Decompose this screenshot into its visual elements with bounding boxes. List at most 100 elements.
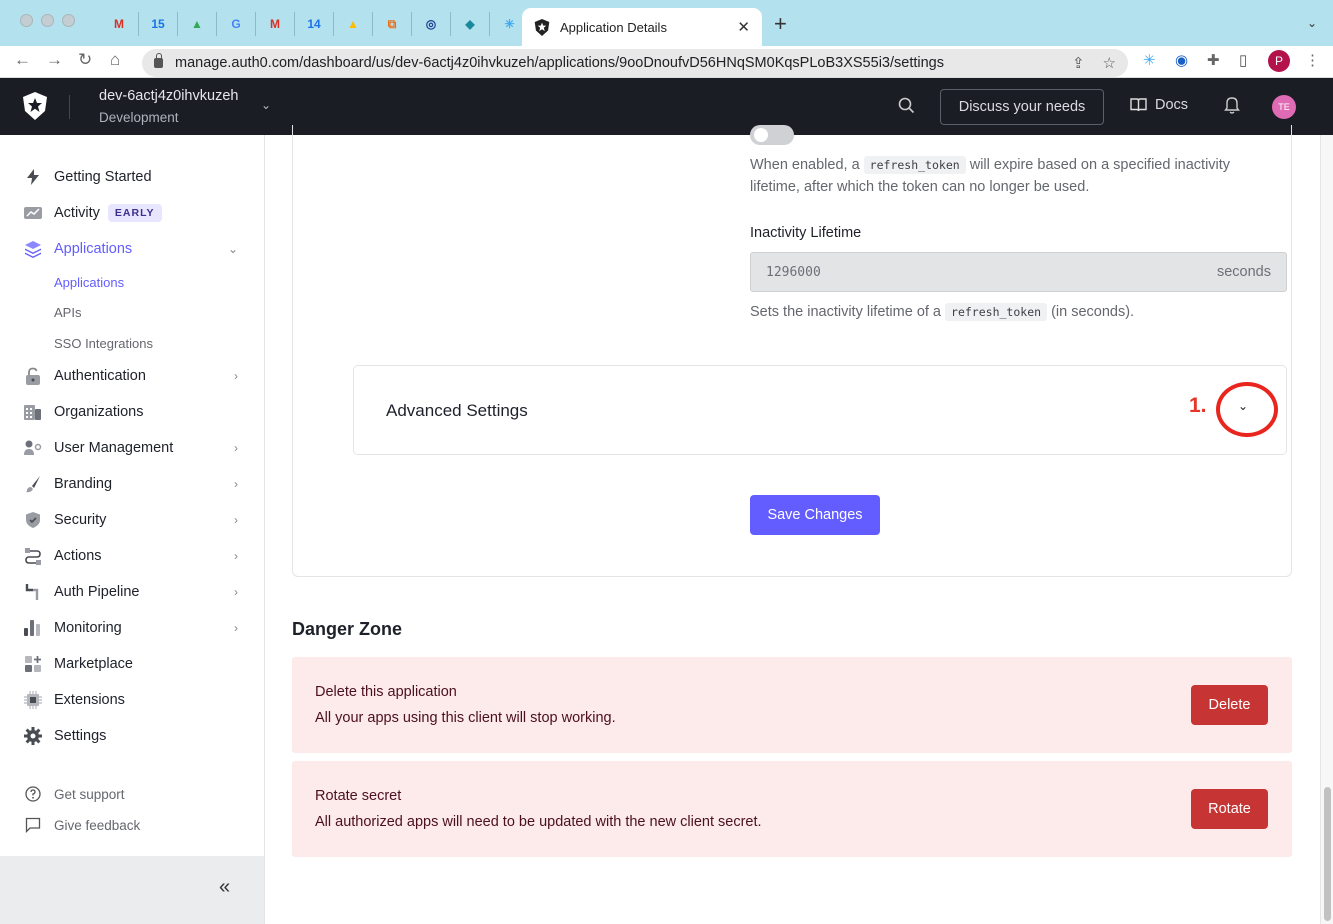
address-toolbar: ← → ↻ ⌂ manage.auth0.com/dashboard/us/de…: [0, 46, 1333, 78]
google-icon: G: [231, 17, 241, 31]
sidebar-item-getting-started[interactable]: Getting Started: [24, 165, 244, 189]
chevron-right-icon: ›: [234, 549, 238, 563]
sidebar-item-label: Auth Pipeline: [54, 584, 140, 600]
sidebar-item-user-management[interactable]: User Management ›: [24, 436, 244, 460]
docs-link[interactable]: Docs: [1130, 97, 1188, 113]
sidebar-item-authentication[interactable]: Authentication ›: [24, 364, 244, 388]
user-avatar[interactable]: TE: [1272, 95, 1296, 119]
close-window-button[interactable]: [20, 14, 33, 27]
pinned-tab[interactable]: ◆: [451, 12, 490, 36]
chip-icon: [24, 691, 42, 709]
extensions-puzzle-icon[interactable]: ✚: [1207, 51, 1220, 69]
inactivity-lifetime-label: Inactivity Lifetime: [750, 225, 862, 241]
shield-icon: [24, 511, 42, 529]
url-text[interactable]: manage.auth0.com/dashboard/us/dev-6actj4…: [175, 55, 1054, 71]
page-scrollbar[interactable]: [1320, 135, 1333, 924]
help-text-pre: When enabled, a: [750, 157, 864, 173]
pinned-tab[interactable]: ▲: [334, 12, 373, 36]
gmail-icon: M: [114, 17, 124, 31]
new-tab-button[interactable]: +: [774, 12, 787, 36]
sidebar-subitem-sso-integrations[interactable]: SSO Integrations: [54, 336, 153, 351]
extension-asterisk-icon[interactable]: ✳: [1143, 51, 1156, 69]
sidebar-item-label: Security: [54, 512, 107, 528]
sidebar-collapse-bar: «: [0, 856, 264, 924]
inactivity-help-text: Sets the inactivity lifetime of a refres…: [750, 301, 1270, 323]
side-panel-icon[interactable]: ▯: [1239, 51, 1247, 69]
discuss-your-needs-button[interactable]: Discuss your needs: [940, 89, 1104, 125]
url-bar[interactable]: manage.auth0.com/dashboard/us/dev-6actj4…: [142, 49, 1128, 77]
notifications-bell-icon[interactable]: [1224, 96, 1240, 114]
tenant-chevron-down-icon[interactable]: ⌄: [261, 98, 271, 112]
home-icon[interactable]: ⌂: [110, 50, 120, 70]
password-manager-icon[interactable]: ◉: [1175, 51, 1188, 69]
chevron-right-icon: ›: [234, 585, 238, 599]
danger-item-desc: All authorized apps will need to be upda…: [315, 814, 762, 830]
pinned-tab[interactable]: ⧉: [373, 12, 412, 36]
sidebar-subitem-apis[interactable]: APIs: [54, 305, 81, 320]
active-tab[interactable]: Application Details ✕: [522, 8, 762, 46]
back-icon[interactable]: ←: [14, 50, 31, 70]
sidebar-item-security[interactable]: Security ›: [24, 508, 244, 532]
sidebar-item-actions[interactable]: Actions ›: [24, 544, 244, 568]
building-icon: [24, 403, 42, 421]
chevron-down-icon: ⌄: [227, 242, 238, 256]
pinned-tab[interactable]: G: [217, 12, 256, 36]
advanced-settings-title: Advanced Settings: [386, 401, 528, 420]
sidebar-subitem-applications[interactable]: Applications: [54, 275, 124, 290]
tenant-name[interactable]: dev-6actj4z0ihvkuzeh: [99, 88, 238, 104]
get-support-link[interactable]: Get support: [24, 786, 125, 802]
forward-icon[interactable]: →: [46, 50, 63, 70]
sidebar-item-auth-pipeline[interactable]: Auth Pipeline ›: [24, 580, 244, 604]
users-icon: [24, 439, 42, 457]
danger-item-desc: All your apps using this client will sto…: [315, 710, 616, 726]
pinned-tab[interactable]: 14: [295, 12, 334, 36]
sidebar-item-label: Monitoring: [54, 620, 122, 636]
sidebar-item-monitoring[interactable]: Monitoring ›: [24, 616, 244, 640]
maximize-window-button[interactable]: [62, 14, 75, 27]
danger-zone-title: Danger Zone: [292, 619, 403, 639]
browser-profile-avatar[interactable]: P: [1268, 50, 1290, 72]
inactivity-lifetime-input[interactable]: 1296000 seconds: [750, 252, 1287, 292]
collapse-sidebar-icon[interactable]: «: [219, 876, 230, 899]
help-text-post: (in seconds).: [1047, 304, 1135, 320]
sidebar-item-applications[interactable]: Applications ⌄: [24, 237, 244, 261]
browser-menu-icon[interactable]: ⋮: [1305, 51, 1320, 69]
close-tab-icon[interactable]: ✕: [737, 18, 750, 36]
sidebar-item-extensions[interactable]: Extensions: [24, 688, 244, 712]
inactivity-lifetime-value: 1296000: [766, 264, 821, 280]
reload-icon[interactable]: ↻: [78, 50, 92, 70]
window-controls: [20, 14, 75, 27]
tab-search-chevron-icon[interactable]: ⌄: [1307, 16, 1317, 30]
sidebar-item-branding[interactable]: Branding ›: [24, 472, 244, 496]
advanced-settings-panel[interactable]: Advanced Settings ⌄: [353, 365, 1287, 455]
pinned-tab[interactable]: M: [100, 12, 139, 36]
sidebar-item-activity[interactable]: Activity EARLY: [24, 201, 244, 225]
save-changes-button[interactable]: Save Changes: [750, 495, 880, 535]
lock-icon: [154, 53, 163, 68]
auth0-logo-icon[interactable]: [22, 92, 48, 120]
delete-button[interactable]: Delete: [1191, 685, 1268, 725]
minimize-window-button[interactable]: [41, 14, 54, 27]
docs-label: Docs: [1155, 97, 1189, 113]
sidebar-item-marketplace[interactable]: Marketplace: [24, 652, 244, 676]
pinned-tab[interactable]: ◎: [412, 12, 451, 36]
settings-card: When enabled, a refresh_token will expir…: [292, 125, 1292, 577]
sidebar-item-organizations[interactable]: Organizations: [24, 400, 244, 424]
sidebar-item-settings[interactable]: Settings: [24, 724, 244, 748]
book-icon: [1130, 98, 1147, 112]
annotation-number: 1.: [1189, 394, 1207, 417]
search-icon[interactable]: [898, 97, 915, 114]
pinned-tab[interactable]: 15: [139, 12, 178, 36]
sidebar: Getting Started Activity EARLY Applicati…: [0, 135, 265, 924]
danger-item-title: Delete this application: [315, 684, 457, 700]
sidebar-item-label: Branding: [54, 476, 113, 492]
share-icon[interactable]: ⇪: [1072, 54, 1085, 72]
pinned-tab[interactable]: ▲: [178, 12, 217, 36]
scrollbar-thumb[interactable]: [1324, 787, 1331, 921]
give-feedback-link[interactable]: Give feedback: [24, 817, 140, 833]
rotate-button[interactable]: Rotate: [1191, 789, 1268, 829]
bookmark-star-icon[interactable]: ☆: [1103, 54, 1116, 72]
inactivity-expiration-toggle[interactable]: [750, 125, 794, 145]
tenant-environment: Development: [99, 110, 179, 125]
pinned-tab[interactable]: M: [256, 12, 295, 36]
